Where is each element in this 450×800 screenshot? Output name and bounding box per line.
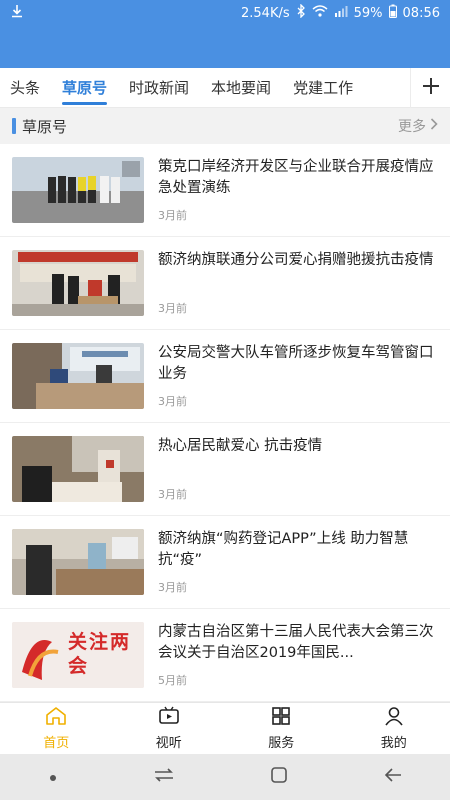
news-title: 额济纳旗“购药登记APP”上线 助力智慧抗“疫” [158,531,409,568]
tab-headlines[interactable]: 头条 [10,68,40,107]
battery-level: 59% [353,5,383,21]
news-time: 3月前 [158,488,187,501]
wifi-icon [312,5,328,21]
news-content: 公安局交警大队车管所逐步恢复车驾管窗口业务 3月前 [158,343,438,409]
more-link[interactable]: 更多 [398,116,438,136]
news-content: 策克口岸经济开发区与企业联合开展疫情应急处置演练 3月前 [158,157,438,223]
download-icon [10,4,24,22]
nav-services-label: 服务 [268,736,295,751]
news-thumbnail [12,529,144,595]
news-item[interactable]: 额济纳旗联通分公司爱心捐赠驰援抗击疫情 3月前 [0,237,450,330]
chevron-right-icon [430,118,438,134]
news-time: 3月前 [158,395,187,408]
nav-home[interactable]: 首页 [0,703,113,754]
news-title: 额济纳旗联通分公司爱心捐赠驰援抗击疫情 [158,252,434,268]
tab-caoyuanhao[interactable]: 草原号 [62,68,108,107]
news-title: 公安局交警大队车管所逐步恢复车驾管窗口业务 [158,345,434,382]
user-icon [384,706,404,730]
tab-local-news[interactable]: 本地要闻 [211,68,271,107]
grid-icon [271,706,291,730]
battery-icon [388,4,397,22]
status-bar: 2.54K/s 59% 08:56 [0,0,450,26]
plus-icon [422,77,440,99]
nav-profile-label: 我的 [380,736,407,751]
nav-services[interactable]: 服务 [225,703,338,754]
news-thumbnail [12,343,144,409]
more-label: 更多 [398,119,426,135]
news-time: 5月前 [158,674,187,687]
section-title: 草原号 [22,117,68,136]
signal-icon [334,5,348,21]
news-list: 策克口岸经济开发区与企业联合开展疫情应急处置演练 3月前 额济纳旗联通分公司爱心… [0,144,450,702]
system-nav-bar [0,754,450,800]
clock: 08:56 [402,5,440,21]
network-speed: 2.54K/s [241,5,290,21]
bottom-nav: 首页 视听 服务 我的 [0,702,450,754]
add-channel-button[interactable] [410,67,450,108]
tab-list: 头条 草原号 时政新闻 本地要闻 党建工作 [0,68,410,107]
news-item[interactable]: 热心居民献爱心 抗击疫情 3月前 [0,423,450,516]
news-thumbnail [12,436,144,502]
news-time: 3月前 [158,209,187,222]
news-content: 内蒙古自治区第十三届人民代表大会第三次会议关于自治区2019年国民... 5月前 [158,622,438,688]
news-thumbnail: 关注两会 [12,622,144,688]
news-time: 3月前 [158,302,187,315]
video-icon [158,706,180,730]
news-time: 3月前 [158,581,187,594]
app-header [0,26,450,68]
section-accent-bar [12,118,16,134]
news-title: 策克口岸经济开发区与企业联合开展疫情应急处置演练 [158,159,434,196]
nav-video-label: 视听 [155,736,182,751]
section-header: 草原号 更多 [0,108,450,144]
nav-video[interactable]: 视听 [113,703,226,754]
news-content: 热心居民献爱心 抗击疫情 3月前 [158,436,438,502]
news-thumbnail [12,157,144,223]
news-item[interactable]: 公安局交警大队车管所逐步恢复车驾管窗口业务 3月前 [0,330,450,423]
channel-tabs: 头条 草原号 时政新闻 本地要闻 党建工作 [0,67,450,108]
bluetooth-icon [296,3,306,22]
news-content: 额济纳旗联通分公司爱心捐赠驰援抗击疫情 3月前 [158,250,438,316]
news-thumbnail [12,250,144,316]
news-title: 热心居民献爱心 抗击疫情 [158,438,323,454]
home-button-icon[interactable] [270,766,288,788]
tab-party-building[interactable]: 党建工作 [293,68,353,107]
back-icon[interactable] [383,767,403,787]
news-content: 额济纳旗“购药登记APP”上线 助力智慧抗“疫” 3月前 [158,529,438,595]
news-item[interactable]: 策克口岸经济开发区与企业联合开展疫情应急处置演练 3月前 [0,144,450,237]
home-icon [45,706,67,730]
news-item[interactable]: 关注两会 内蒙古自治区第十三届人民代表大会第三次会议关于自治区2019年国民..… [0,609,450,702]
nav-home-label: 首页 [43,736,70,751]
news-title: 内蒙古自治区第十三届人民代表大会第三次会议关于自治区2019年国民... [158,624,434,661]
news-item[interactable]: 额济纳旗“购药登记APP”上线 助力智慧抗“疫” 3月前 [0,516,450,609]
recent-apps-icon[interactable] [153,767,175,787]
tab-politics-news[interactable]: 时政新闻 [129,68,189,107]
thumbnail-caption: 关注两会 [68,631,132,677]
dot-icon[interactable] [48,768,58,787]
nav-profile[interactable]: 我的 [338,703,450,754]
